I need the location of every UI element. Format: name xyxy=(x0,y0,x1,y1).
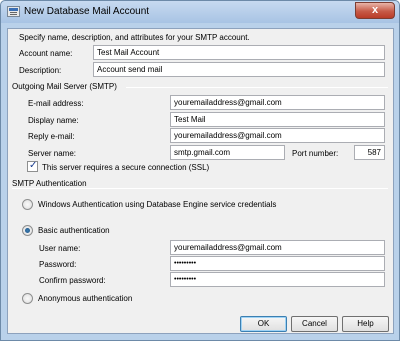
anonymous-auth-radio[interactable] xyxy=(22,293,33,304)
windows-auth-label: Windows Authentication using Database En… xyxy=(38,200,277,209)
port-number-input[interactable]: 587 xyxy=(354,145,385,160)
username-input[interactable]: youremailaddress@gmail.com xyxy=(170,240,385,255)
username-label: User name: xyxy=(39,244,81,253)
server-name-label: Server name: xyxy=(28,149,77,158)
server-name-input[interactable]: smtp.gmail.com xyxy=(170,145,285,160)
ssl-label: This server requires a secure connection… xyxy=(42,163,210,172)
account-name-input[interactable]: Test Mail Account xyxy=(93,45,385,60)
close-icon: x xyxy=(371,4,379,16)
ssl-checkbox[interactable]: ✓ xyxy=(27,160,38,172)
checkmark-icon: ✓ xyxy=(29,160,38,171)
close-button[interactable]: x xyxy=(355,2,395,19)
email-input[interactable]: youremailaddress@gmail.com xyxy=(170,95,385,110)
ok-button[interactable]: OK xyxy=(240,316,287,332)
cancel-button[interactable]: Cancel xyxy=(291,316,338,332)
confirm-password-input[interactable]: ••••••••• xyxy=(170,272,385,287)
basic-auth-label: Basic authentication xyxy=(38,226,110,235)
display-name-input[interactable]: Test Mail xyxy=(170,112,385,127)
dialog-window: New Database Mail Account x Specify name… xyxy=(0,0,400,341)
help-button[interactable]: Help xyxy=(342,316,389,332)
confirm-password-label: Confirm password: xyxy=(39,276,106,285)
title-bar[interactable]: New Database Mail Account x xyxy=(1,1,399,23)
anonymous-auth-label: Anonymous authentication xyxy=(38,294,133,303)
password-input[interactable]: ••••••••• xyxy=(170,256,385,271)
email-label: E-mail address: xyxy=(28,99,84,108)
auth-divider xyxy=(12,188,388,189)
dialog-body: Specify name, description, and attribute… xyxy=(7,28,394,334)
account-name-label: Account name: xyxy=(19,49,73,58)
windows-auth-radio[interactable] xyxy=(22,199,33,210)
smtp-section-title: Outgoing Mail Server (SMTP) xyxy=(12,82,117,91)
password-label: Password: xyxy=(39,260,77,269)
reply-email-input[interactable]: youremailaddress@gmail.com xyxy=(170,128,385,143)
database-mail-icon xyxy=(7,6,20,17)
description-input[interactable]: Account send mail xyxy=(93,62,385,77)
reply-email-label: Reply e-mail: xyxy=(28,132,75,141)
intro-text: Specify name, description, and attribute… xyxy=(19,33,250,42)
description-label: Description: xyxy=(19,66,62,75)
port-number-label: Port number: xyxy=(292,149,339,158)
smtp-divider xyxy=(126,87,388,88)
basic-auth-radio[interactable] xyxy=(22,225,33,236)
auth-section-title: SMTP Authentication xyxy=(12,179,87,188)
display-name-label: Display name: xyxy=(28,116,79,125)
window-title: New Database Mail Account xyxy=(24,6,150,17)
